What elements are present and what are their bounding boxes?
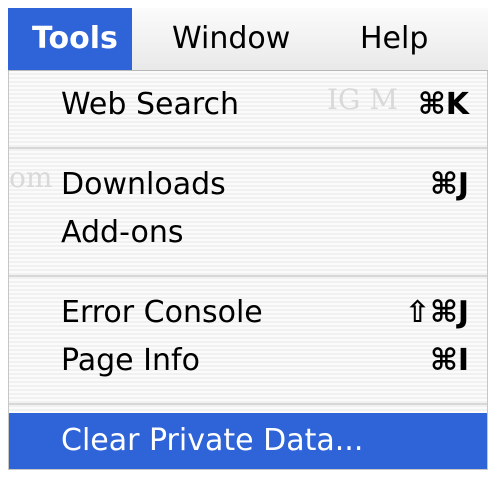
tools-dropdown-menu: IG M om Web Search ⌘K Downloads ⌘J Add-o… (8, 71, 488, 470)
menu-bar: Tools Window Help (8, 8, 488, 71)
menu-tools[interactable]: Tools (8, 8, 132, 70)
menu-item-web-search[interactable]: Web Search ⌘K (9, 77, 487, 133)
menu-item-shortcut: ⌘I (430, 343, 469, 378)
menu-help[interactable]: Help (360, 8, 428, 70)
menu-item-add-ons[interactable]: Add-ons (9, 205, 487, 261)
screenshot-frame: Tools Window Help IG M om Web Search ⌘K … (0, 0, 494, 477)
menu-separator (9, 275, 487, 277)
menu-separator (9, 147, 487, 149)
menu-item-clear-private-data[interactable]: Clear Private Data... (9, 413, 487, 469)
menu-item-label: Web Search (61, 87, 240, 122)
menu-item-label: Page Info (61, 343, 200, 378)
menu-separator (9, 403, 487, 405)
menu-item-page-info[interactable]: Page Info ⌘I (9, 333, 487, 389)
menu-item-shortcut: ⌘K (417, 87, 469, 122)
menu-item-label: Add-ons (61, 215, 184, 250)
menu-window[interactable]: Window (172, 8, 290, 70)
menu-item-label: Clear Private Data... (61, 423, 364, 458)
